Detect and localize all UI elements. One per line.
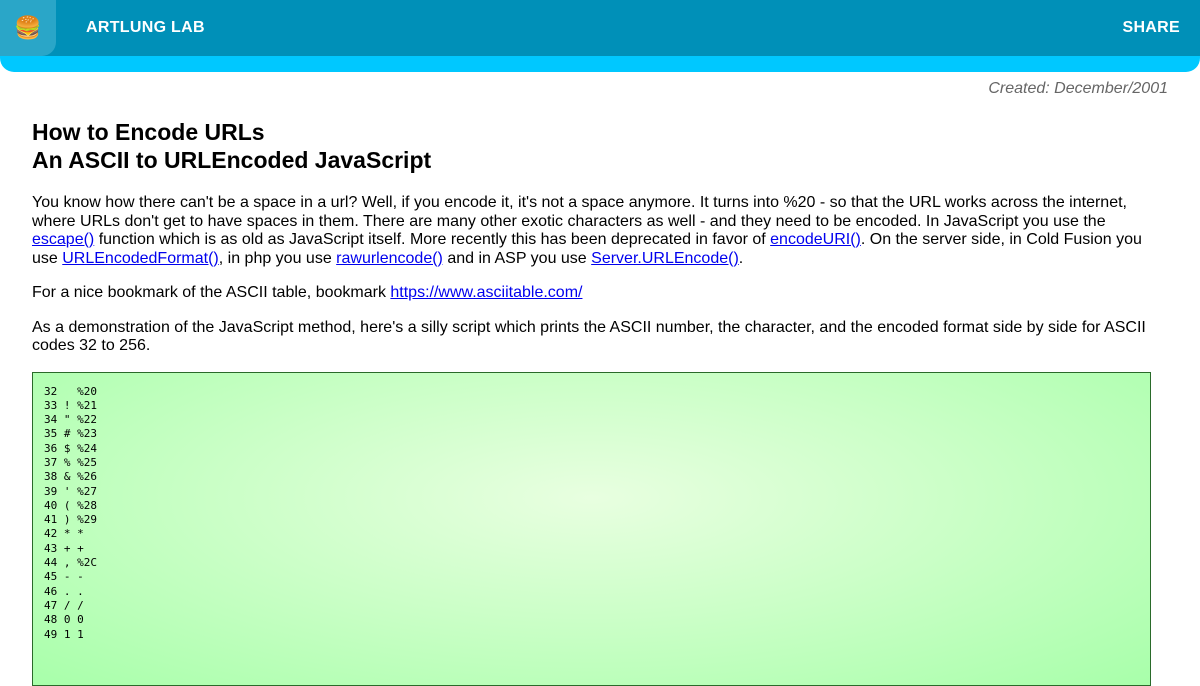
ascii-row: 38 & %26	[44, 470, 97, 484]
top-bar-inner: 🍔 ARTLUNG LAB SHARE	[0, 0, 1200, 56]
share-button[interactable]: SHARE	[1122, 19, 1180, 37]
ascii-row: 34 " %22	[44, 413, 97, 427]
ascii-row: 41 ) %29	[44, 513, 97, 527]
asciitable-link[interactable]: https://www.asciitable.com/	[390, 284, 582, 301]
ascii-row: 40 ( %28	[44, 498, 97, 512]
intro-paragraph: You know how there can't be a space in a…	[32, 194, 1168, 268]
ascii-output-box: 32 %20 33 ! %21 34 " %22 35 # %23 36 $ %24 37…	[32, 371, 1151, 686]
bookmark-paragraph: For a nice bookmark of the ASCII table, …	[32, 284, 1168, 303]
home-burger-icon[interactable]: 🍔	[0, 0, 56, 56]
brand-link[interactable]: ARTLUNG LAB	[86, 19, 205, 37]
top-bar: 🍔 ARTLUNG LAB SHARE	[0, 0, 1200, 72]
ascii-row: 44 , %2C	[44, 556, 97, 570]
ascii-row: 46 . .	[44, 584, 84, 598]
intro-text-2: function which is as old as JavaScript i…	[94, 231, 771, 248]
urlencodedformat-link[interactable]: URLEncodedFormat()	[62, 250, 219, 267]
server-urlencode-link[interactable]: Server.URLEncode()	[591, 250, 739, 267]
intro-text-5: and in ASP you use	[442, 249, 592, 267]
intro-text-1: You know how there can't be a space in a…	[32, 194, 1127, 230]
ascii-row: 37 % %25	[44, 455, 97, 469]
ascii-row: 47 / /	[44, 598, 84, 612]
escape-link[interactable]: escape()	[32, 231, 94, 248]
ascii-row: 45 - -	[44, 570, 84, 584]
intro-text-6: .	[738, 249, 744, 267]
ascii-row: 43 + +	[44, 541, 84, 555]
ascii-row: 32 %20	[44, 384, 97, 398]
ascii-row: 42 * *	[44, 527, 84, 541]
page-title: How to Encode URLs An ASCII to URLEncode…	[32, 118, 1168, 174]
ascii-row: 39 ' %27	[44, 484, 97, 498]
encodeuri-link[interactable]: encodeURI()	[770, 231, 861, 248]
intro-text-4: , in php you use	[218, 249, 337, 267]
ascii-row: 35 # %23	[44, 427, 97, 441]
ascii-row: 36 $ %24	[44, 441, 97, 455]
bookmark-text: For a nice bookmark of the ASCII table, …	[32, 284, 391, 301]
article: How to Encode URLs An ASCII to URLEncode…	[32, 118, 1168, 686]
created-date: Created: December/2001	[988, 80, 1168, 97]
demo-paragraph: As a demonstration of the JavaScript met…	[32, 318, 1146, 355]
ascii-row: 33 ! %21	[44, 398, 97, 412]
page-title-line1: How to Encode URLs	[32, 119, 265, 145]
page-title-line2: An ASCII to URLEncoded JavaScript	[32, 147, 432, 173]
ascii-row: 48 0 0	[44, 613, 84, 627]
rawurlencode-link[interactable]: rawurlencode()	[336, 250, 443, 267]
